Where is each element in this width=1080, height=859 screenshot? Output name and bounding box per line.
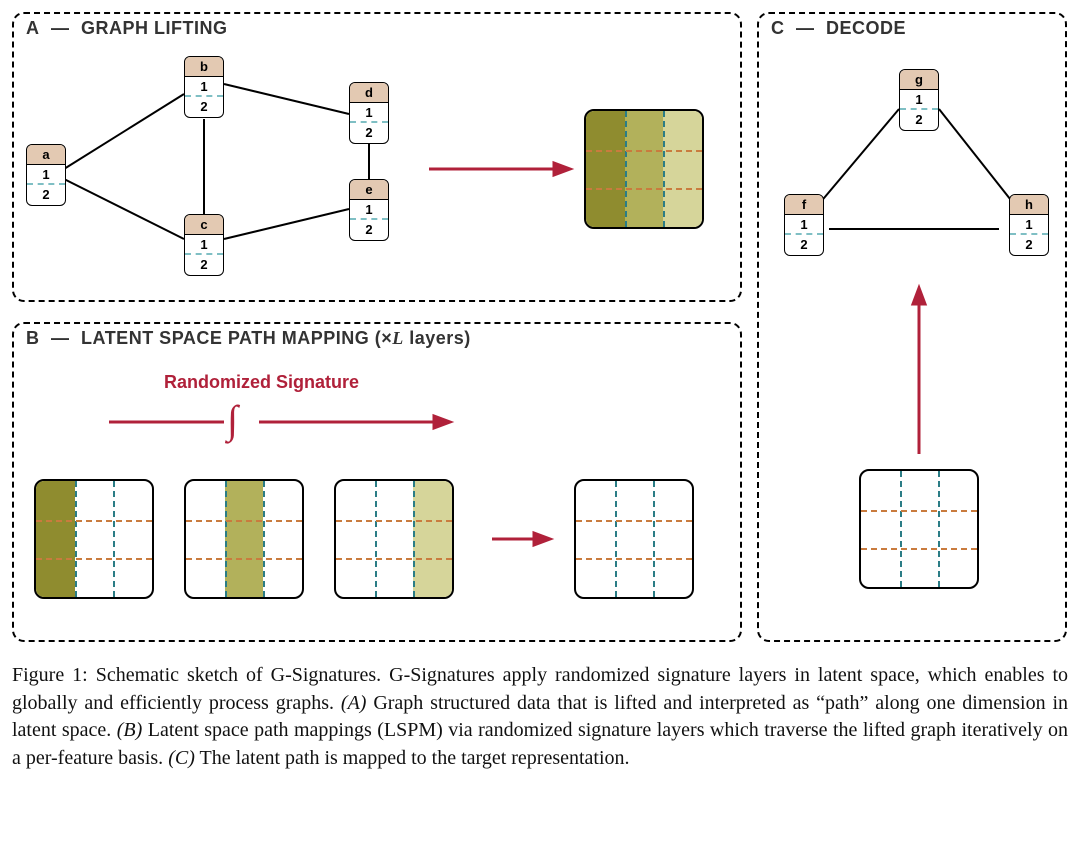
node-b: b 1 2 (184, 56, 224, 118)
featmap-c (859, 469, 979, 589)
node-a-head: a (27, 145, 65, 165)
node-d-r1: 1 (350, 103, 388, 123)
node-e-head: e (350, 180, 388, 200)
node-h: h 1 2 (1009, 194, 1049, 256)
node-e-r2: 2 (350, 220, 388, 240)
caption-b-tag: (B) (117, 719, 143, 741)
node-d-head: d (350, 83, 388, 103)
node-f-r1: 1 (785, 215, 823, 235)
node-a: a 1 2 (26, 144, 66, 206)
node-c-r2: 2 (185, 255, 223, 275)
node-h-head: h (1010, 195, 1048, 215)
node-e: e 1 2 (349, 179, 389, 241)
panel-c: C — DECODE g 1 2 f 1 2 (757, 12, 1067, 642)
integral-icon: ∫ (227, 396, 238, 443)
node-c: c 1 2 (184, 214, 224, 276)
node-a-r2: 2 (27, 185, 65, 205)
figure-caption: Figure 1: Schematic sketch of G-Signatur… (12, 662, 1068, 772)
featmap-b-out (574, 479, 694, 599)
node-b-head: b (185, 57, 223, 77)
node-e-r1: 1 (350, 200, 388, 220)
node-h-r1: 1 (1010, 215, 1048, 235)
featmap-b2 (184, 479, 304, 599)
node-c-head: c (185, 215, 223, 235)
caption-c-tag: (C) (168, 747, 195, 769)
node-b-r2: 2 (185, 97, 223, 117)
node-h-r2: 2 (1010, 235, 1048, 255)
node-g-r1: 1 (900, 90, 938, 110)
node-f-head: f (785, 195, 823, 215)
caption-a-tag: (A) (341, 692, 367, 714)
node-d: d 1 2 (349, 82, 389, 144)
panel-a: A — GRAPH LIFTING a 1 (12, 12, 742, 302)
panel-a-featmap (584, 109, 704, 229)
node-g-head: g (900, 70, 938, 90)
node-g: g 1 2 (899, 69, 939, 131)
node-d-r2: 2 (350, 123, 388, 143)
caption-c-text: The latent path is mapped to the target … (200, 747, 630, 769)
panel-b: B — LATENT SPACE PATH MAPPING (×L layers… (12, 322, 742, 642)
node-f: f 1 2 (784, 194, 824, 256)
node-a-r1: 1 (27, 165, 65, 185)
node-g-r2: 2 (900, 110, 938, 130)
featmap-b3 (334, 479, 454, 599)
figure: A — GRAPH LIFTING a 1 (12, 12, 1068, 642)
featmap-b1 (34, 479, 154, 599)
node-f-r2: 2 (785, 235, 823, 255)
node-c-r1: 1 (185, 235, 223, 255)
node-b-r1: 1 (185, 77, 223, 97)
